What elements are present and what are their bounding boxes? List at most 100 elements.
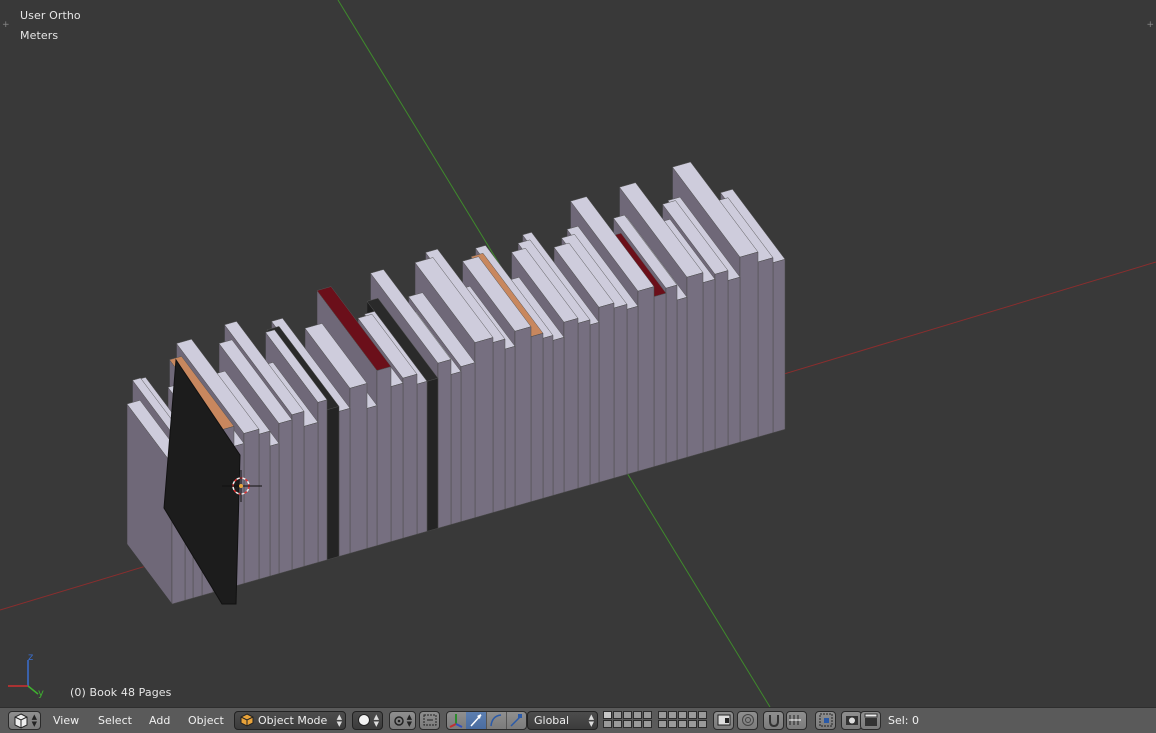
book-front-face — [437, 359, 452, 529]
book-front-face — [577, 319, 591, 489]
book-front-face — [739, 251, 759, 443]
layer-button[interactable] — [658, 720, 667, 728]
book-front-face — [450, 371, 462, 525]
layer-button[interactable] — [643, 711, 652, 719]
viewport-shading-dropdown[interactable]: ▲ ▼ — [352, 711, 383, 730]
view-name-label: User Ortho — [20, 9, 81, 22]
mode-dropdown[interactable]: Object Mode ▲ ▼ — [234, 711, 346, 730]
layer-button[interactable] — [643, 720, 652, 728]
snap-pivot-button[interactable] — [419, 711, 440, 730]
book-front-face — [390, 382, 404, 542]
scale-icon — [510, 714, 522, 727]
menu-object[interactable]: Object — [188, 714, 224, 727]
book-front-face — [589, 321, 600, 486]
book-front-face — [552, 336, 565, 496]
layer-button[interactable] — [633, 720, 642, 728]
layer-button[interactable] — [658, 711, 667, 719]
book-front-face — [291, 411, 305, 571]
layer-button[interactable] — [668, 720, 677, 728]
book-front-face — [772, 258, 786, 434]
rotate-icon — [490, 714, 502, 727]
book-front-face — [665, 284, 678, 464]
book-front-face — [727, 276, 741, 446]
layer-button[interactable] — [633, 711, 642, 719]
translate-button[interactable] — [466, 712, 487, 729]
viewport-scene[interactable]: zy — [0, 0, 1156, 707]
book-front-face — [303, 422, 319, 567]
proportional-edit-icon — [742, 714, 754, 726]
clapperboard-icon — [864, 713, 878, 726]
menu-view[interactable]: View — [53, 714, 79, 727]
layer-button[interactable] — [698, 711, 707, 719]
opengl-animation-button[interactable] — [860, 711, 881, 730]
menu-select[interactable]: Select — [98, 714, 132, 727]
layer-button[interactable] — [603, 711, 612, 719]
manipulator-group — [446, 711, 527, 730]
layer-button[interactable] — [623, 720, 632, 728]
book-front-face — [757, 257, 774, 438]
book-front-face — [542, 335, 554, 499]
book-front-face — [504, 345, 516, 510]
solid-sphere-icon — [358, 714, 370, 726]
proportional-edit-button[interactable] — [737, 711, 758, 730]
magnet-icon — [769, 715, 779, 728]
translate-icon — [470, 714, 482, 727]
book-front-face — [269, 443, 280, 577]
layers-lock-icon — [717, 714, 731, 726]
book-front-face — [474, 337, 494, 518]
layer-button[interactable] — [668, 711, 677, 719]
book-front-face — [598, 302, 615, 483]
book-front-face — [366, 405, 378, 549]
layer-button[interactable] — [678, 711, 687, 719]
gizmo-z-label: z — [28, 652, 33, 663]
book-front-face — [243, 428, 260, 584]
object-mode-cube-icon — [240, 713, 254, 727]
cube-icon — [14, 713, 28, 729]
snap-element-dropdown[interactable] — [786, 711, 807, 730]
layer-button[interactable] — [623, 711, 632, 719]
book-front-face — [676, 296, 688, 461]
region-corner-right[interactable]: + — [1146, 20, 1154, 30]
book-front-face — [714, 270, 729, 450]
book-front-face — [653, 292, 667, 467]
book-front-face — [402, 373, 418, 539]
mode-label: Object Mode — [258, 714, 328, 727]
layer-button[interactable] — [688, 711, 697, 719]
book-front-face — [460, 362, 476, 522]
snap-grid-icon — [819, 713, 833, 727]
layer-button[interactable] — [603, 720, 612, 728]
camera-icon — [846, 716, 858, 725]
layer-button[interactable] — [688, 720, 697, 728]
editor-type-button[interactable]: ▲ ▼ — [8, 711, 41, 730]
manipulator-toggle-button[interactable] — [447, 712, 467, 729]
book-front-face — [426, 377, 439, 532]
selection-count: Sel: 0 — [888, 714, 920, 727]
layer-button[interactable] — [613, 720, 622, 728]
object-origin-dot — [239, 484, 243, 488]
snap-toggle-button[interactable] — [763, 711, 784, 730]
layer-button[interactable] — [613, 711, 622, 719]
lock-camera-button[interactable] — [713, 711, 734, 730]
scale-button[interactable] — [506, 712, 526, 729]
region-corner-left[interactable]: + — [2, 20, 10, 30]
layer-button[interactable] — [678, 720, 687, 728]
layers-left-group[interactable] — [603, 711, 653, 730]
book-front-face — [514, 326, 532, 507]
transform-orientation-dropdown[interactable]: Global ▲ ▼ — [527, 711, 598, 730]
opengl-render-button[interactable] — [841, 711, 862, 730]
layer-button[interactable] — [698, 720, 707, 728]
book-front-face — [563, 317, 579, 493]
snap-increment-icon — [789, 715, 801, 725]
units-label: Meters — [20, 29, 59, 42]
menu-add[interactable]: Add — [149, 714, 170, 727]
3d-viewport[interactable]: zy User Ortho Meters (0) Book 48 Pages +… — [0, 0, 1156, 707]
book-front-face — [349, 383, 368, 554]
rotate-button[interactable] — [486, 712, 507, 729]
book-front-face — [278, 419, 293, 574]
gizmo-y-label: y — [38, 688, 44, 699]
snap-target-button[interactable] — [815, 711, 836, 730]
book-front-face — [626, 305, 639, 475]
pivot-point-dropdown[interactable]: ▲ ▼ — [389, 711, 416, 730]
book-front-face — [416, 380, 428, 535]
layers-right-group[interactable] — [658, 711, 708, 730]
